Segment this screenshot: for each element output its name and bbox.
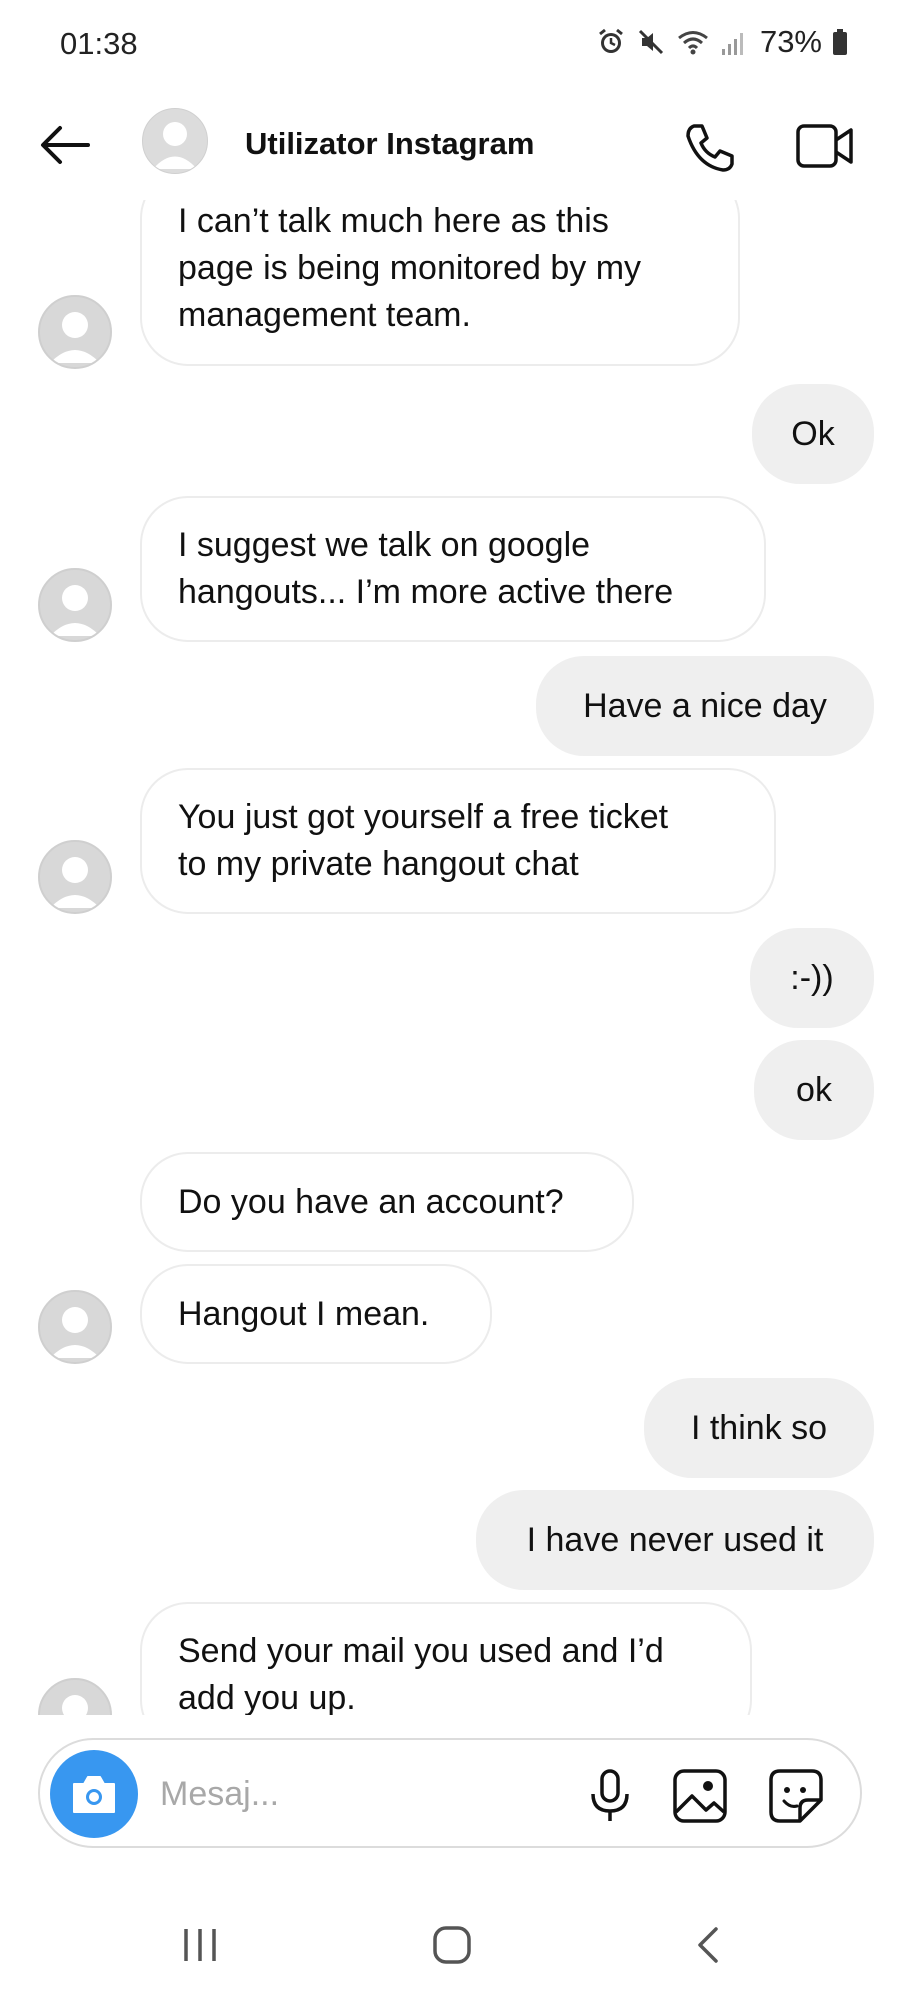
video-camera-icon [796, 124, 853, 168]
message-bubble-outgoing[interactable]: I have never used it [476, 1490, 874, 1590]
sender-avatar[interactable] [38, 1678, 112, 1715]
message-bubble-incoming[interactable]: I can’t talk much here as this page is b… [140, 200, 740, 366]
message-composer [38, 1738, 862, 1848]
sticker-button[interactable] [768, 1768, 824, 1829]
message-bubble-incoming[interactable]: I suggest we talk on google hangouts... … [140, 496, 766, 642]
nav-back-button[interactable] [688, 1925, 728, 1970]
chat-header: Utilizator Instagram [0, 90, 900, 200]
contact-name[interactable]: Utilizator Instagram [245, 126, 534, 162]
contact-avatar[interactable] [142, 108, 208, 174]
default-avatar-icon [50, 857, 100, 908]
system-navigation-bar [0, 1895, 900, 2000]
camera-button[interactable] [50, 1750, 138, 1838]
message-text: You just got yourself a free ticket [178, 798, 669, 836]
status-bar: 01:38 73% [0, 0, 900, 90]
alarm-icon [596, 27, 626, 57]
sticker-icon [769, 1769, 823, 1823]
default-avatar-icon [62, 1695, 88, 1715]
message-text: to my private hangout chat [178, 845, 579, 883]
signal-icon [720, 27, 746, 57]
message-text: Have a nice day [583, 686, 827, 725]
message-text: I think so [690, 1408, 828, 1447]
message-text: I have never used it [526, 1520, 824, 1559]
voice-call-button[interactable] [680, 118, 740, 178]
voice-message-button[interactable] [585, 1768, 635, 1829]
sender-avatar[interactable] [38, 295, 112, 369]
message-text: management team. [178, 295, 471, 334]
battery-icon [832, 28, 848, 56]
message-bubble-incoming[interactable]: Do you have an account? [140, 1152, 634, 1252]
home-icon [433, 1926, 471, 1964]
default-avatar-icon [153, 122, 197, 169]
default-avatar-icon [50, 585, 100, 636]
default-avatar-icon [50, 1307, 100, 1358]
video-call-button[interactable] [795, 120, 855, 172]
message-bubble-incoming[interactable]: Send your mail you used and I’d add you … [140, 1602, 752, 1715]
recent-apps-icon [184, 1929, 216, 1961]
status-icons: 73% [596, 24, 848, 60]
message-bubble-outgoing[interactable]: ok [754, 1040, 874, 1140]
home-button[interactable] [432, 1925, 472, 1970]
message-text: add you up. [178, 1679, 356, 1715]
recent-apps-button[interactable] [180, 1925, 220, 1970]
sender-avatar[interactable] [38, 840, 112, 914]
wifi-icon [676, 27, 710, 57]
default-avatar-icon [50, 312, 100, 363]
message-bubble-outgoing[interactable]: Have a nice day [536, 656, 874, 756]
message-text: Ok [791, 414, 835, 453]
mute-icon [636, 27, 666, 57]
phone-icon [686, 124, 734, 172]
microphone-icon [591, 1769, 629, 1821]
message-input[interactable] [158, 1762, 492, 1826]
message-text: ok [796, 1070, 832, 1109]
message-bubble-outgoing[interactable]: I think so [644, 1378, 874, 1478]
status-time: 01:38 [60, 26, 138, 61]
message-text: Do you have an account? [178, 1182, 564, 1221]
message-text: I suggest we talk on google [178, 526, 591, 564]
message-thread[interactable]: I can’t talk much here as this page is b… [0, 200, 900, 1715]
chevron-left-icon [698, 1927, 718, 1963]
battery-percent: 73% [759, 24, 822, 59]
sender-avatar[interactable] [38, 568, 112, 642]
message-text: page is being monitored by my [178, 248, 642, 287]
message-bubble-outgoing[interactable]: :-)) [750, 928, 874, 1028]
message-bubble-incoming[interactable]: You just got yourself a free ticket to m… [140, 768, 776, 914]
sender-avatar[interactable] [38, 1290, 112, 1364]
message-text: Hangout I mean. [178, 1294, 430, 1333]
message-text: hangouts... I’m more active there [178, 573, 674, 611]
message-bubble-outgoing[interactable]: Ok [752, 384, 874, 484]
gallery-button[interactable] [672, 1768, 728, 1829]
message-text: Send your mail you used and I’d [178, 1632, 664, 1670]
back-arrow-icon [41, 126, 90, 164]
image-icon [673, 1769, 727, 1823]
message-text: :-)) [790, 958, 834, 997]
message-text: I can’t talk much here as this [178, 201, 609, 240]
message-bubble-incoming[interactable]: Hangout I mean. [140, 1264, 492, 1364]
camera-icon [73, 1776, 115, 1813]
back-button[interactable] [36, 120, 96, 170]
